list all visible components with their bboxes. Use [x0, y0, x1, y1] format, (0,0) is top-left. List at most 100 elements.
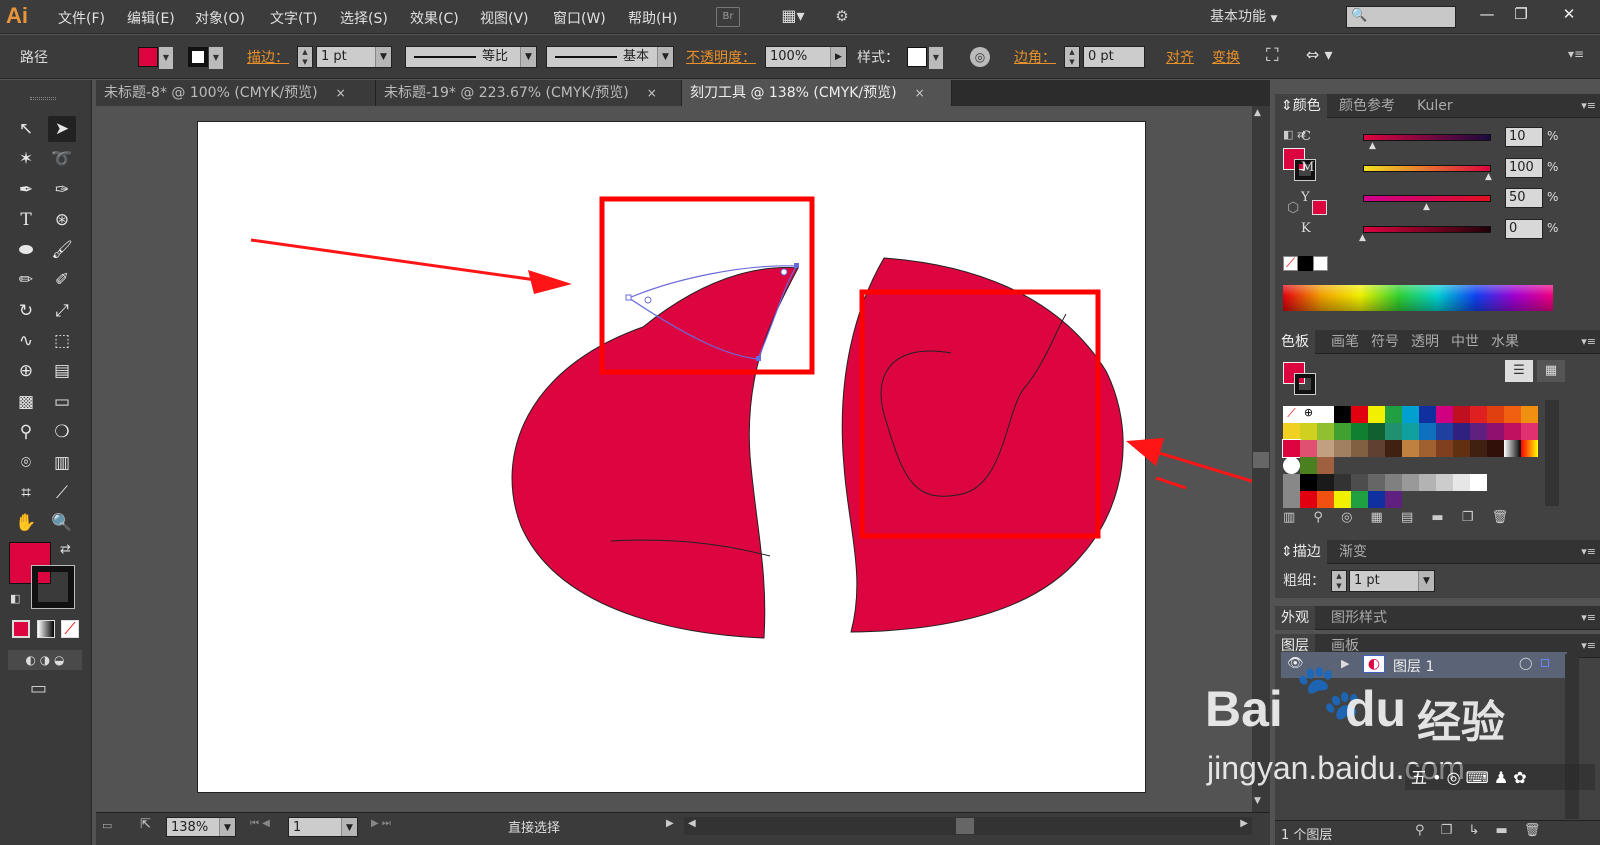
opacity-label[interactable]: 不透明度：	[686, 47, 756, 67]
ellipse-tool-icon[interactable]: ⬬	[12, 237, 40, 263]
artboard-tool-icon[interactable]: ⌗	[12, 480, 40, 506]
default-colors-icon[interactable]: ◧	[10, 592, 20, 605]
menu-view[interactable]: 视图(V)	[480, 8, 529, 28]
stroke-color-swatch[interactable]	[31, 565, 75, 609]
scroll-up-icon[interactable]: ▲	[1254, 108, 1261, 118]
selection-tool-icon[interactable]: ↖	[12, 116, 40, 142]
menu-help[interactable]: 帮助(H)	[628, 8, 677, 28]
corner-field[interactable]: 0 pt	[1083, 46, 1145, 68]
zoom-field[interactable]: 138% ▼	[166, 817, 236, 837]
curvature-tool-icon[interactable]: ✑	[48, 177, 76, 203]
tab-appearance[interactable]: 外观	[1275, 606, 1315, 630]
black-value[interactable]: 0	[1505, 219, 1543, 239]
tab-zhongshi[interactable]: 中世	[1445, 330, 1485, 354]
menu-effect[interactable]: 效果(C)	[410, 8, 459, 28]
close-button[interactable]: ✕	[1556, 3, 1582, 25]
column-graph-icon[interactable]: ▥	[48, 450, 76, 476]
pencil-tool-icon[interactable]: ✏	[12, 267, 40, 293]
color-mode-icon[interactable]	[12, 620, 30, 638]
arrange-icon[interactable]: ⇔ ▾	[1306, 45, 1333, 64]
blend-tool-icon[interactable]: ❍	[48, 419, 76, 445]
control-menu-icon[interactable]: ▾≡	[1568, 47, 1584, 61]
isolate-icon[interactable]: ⛶	[1266, 45, 1279, 66]
gradient-tool-icon[interactable]: ▭	[48, 389, 76, 415]
menu-object[interactable]: 对象(O)	[195, 8, 245, 28]
menu-file[interactable]: 文件(F)	[58, 8, 105, 28]
align-link[interactable]: 对齐	[1166, 47, 1194, 67]
polar-grid-icon[interactable]: ⊛	[48, 207, 76, 233]
variable-width-profile[interactable]: 等比 ▼	[405, 46, 537, 68]
stroke-weight-stepper[interactable]: ▲ ▼	[297, 46, 313, 68]
panel-menu-icon[interactable]: ▾≡	[1581, 634, 1596, 658]
panel-menu-icon[interactable]: ▾≡	[1581, 540, 1596, 564]
perspective-grid-icon[interactable]: ▤	[48, 358, 76, 384]
last-artboard-icon[interactable]: ▶ ⏭	[371, 818, 391, 829]
blob-brush-icon[interactable]: ✐	[48, 267, 76, 293]
tab-gradient[interactable]: 渐变	[1333, 540, 1373, 564]
list-view-icon[interactable]: ☰	[1505, 360, 1533, 382]
shape-builder-icon[interactable]: ⊕	[12, 358, 40, 384]
panel-menu-icon[interactable]: ▾≡	[1581, 606, 1596, 630]
pen-tool-icon[interactable]: ✒	[12, 177, 40, 203]
style-dropdown-icon[interactable]: ▼	[929, 47, 943, 69]
stroke-panel-stepper[interactable]: ▲ ▼	[1331, 570, 1347, 592]
tab-color[interactable]: ⇕颜色	[1275, 94, 1327, 118]
tab-stroke[interactable]: ⇕描边	[1275, 540, 1327, 564]
swatches-scrollbar[interactable]	[1545, 400, 1559, 506]
menu-type[interactable]: 文字(T)	[270, 8, 317, 28]
slice-tool-icon[interactable]: ⟋	[48, 480, 76, 506]
magic-wand-icon[interactable]: ✶	[12, 146, 40, 172]
minimize-button[interactable]: —	[1474, 3, 1500, 25]
workspace-switcher[interactable]: 基本功能 ▼	[1210, 6, 1277, 26]
h-scroll-thumb[interactable]	[956, 818, 974, 834]
warp-tool-icon[interactable]: ∿	[12, 328, 40, 354]
tab-swatches[interactable]: 色板	[1275, 330, 1315, 354]
horizontal-scrollbar[interactable]: ◀ ▶	[684, 817, 1252, 835]
magenta-value[interactable]: 100	[1505, 158, 1543, 178]
tab-transparency[interactable]: 透明	[1405, 330, 1445, 354]
lasso-icon[interactable]: ➰	[48, 146, 76, 172]
close-icon[interactable]: ×	[915, 86, 925, 100]
color-spectrum[interactable]	[1283, 285, 1553, 311]
corner-stepper[interactable]: ▲ ▼	[1064, 46, 1080, 68]
rotate-tool-icon[interactable]: ↻	[12, 298, 40, 324]
grip[interactable]	[30, 97, 56, 100]
grid-view-icon[interactable]: ▦	[1537, 360, 1565, 382]
bridge-button[interactable]: Br	[716, 7, 740, 27]
tab-fruit[interactable]: 水果	[1485, 330, 1525, 354]
screen-mode-icon[interactable]: ▭	[30, 678, 47, 699]
first-artboard-icon[interactable]: ⏮ ◀	[250, 818, 270, 829]
swap-colors-icon[interactable]: ⇄	[60, 542, 71, 557]
black-swatch[interactable]	[1298, 256, 1313, 271]
fill-swatch[interactable]	[138, 47, 158, 67]
canvas-area[interactable]	[96, 106, 1252, 812]
scroll-left-icon[interactable]: ◀	[688, 818, 696, 829]
tab-brushes[interactable]: 画笔	[1325, 330, 1365, 354]
white-swatch[interactable]	[1313, 256, 1328, 271]
tab-document-19[interactable]: 未标题-19* @ 223.67% (CMYK/预览) ×	[376, 80, 682, 106]
hand-tool-icon[interactable]: ✋	[12, 510, 40, 536]
stroke-swatch[interactable]	[188, 47, 208, 67]
symbol-sprayer-icon[interactable]: ⌾	[12, 450, 40, 476]
brush-definition[interactable]: 基本 ▼	[546, 46, 674, 68]
tab-document-8[interactable]: 未标题-8* @ 100% (CMYK/预览) ×	[96, 80, 376, 106]
menu-select[interactable]: 选择(S)	[340, 8, 388, 28]
tab-kuler[interactable]: Kuler	[1411, 94, 1459, 118]
artboard-number-field[interactable]: 1 ▼	[288, 817, 358, 837]
yellow-value[interactable]: 50	[1505, 188, 1543, 208]
close-icon[interactable]: ×	[336, 86, 346, 100]
artwork[interactable]	[96, 106, 1252, 812]
tab-knife-tool[interactable]: 刻刀工具 @ 138% (CMYK/预览) ×	[682, 80, 952, 106]
stroke-label[interactable]: 描边：	[247, 47, 289, 67]
none-mode-icon[interactable]: ⟋	[61, 620, 79, 638]
swatch-grid[interactable]: ⟋ ⊕	[1282, 406, 1541, 508]
graphic-style-swatch[interactable]	[907, 47, 927, 67]
tab-symbols[interactable]: 符号	[1365, 330, 1405, 354]
stroke-panel-weight[interactable]: 1 pt ▼	[1349, 570, 1435, 592]
status-menu-icon[interactable]: ▶	[666, 818, 674, 829]
scroll-thumb[interactable]	[1253, 452, 1269, 468]
gamut-swatch[interactable]	[1312, 200, 1327, 215]
stroke-weight-field[interactable]: 1 pt ▼	[316, 46, 392, 68]
none-swatch[interactable]: ⟋	[1283, 256, 1298, 271]
zoom-tool-icon[interactable]: 🔍	[48, 510, 76, 536]
